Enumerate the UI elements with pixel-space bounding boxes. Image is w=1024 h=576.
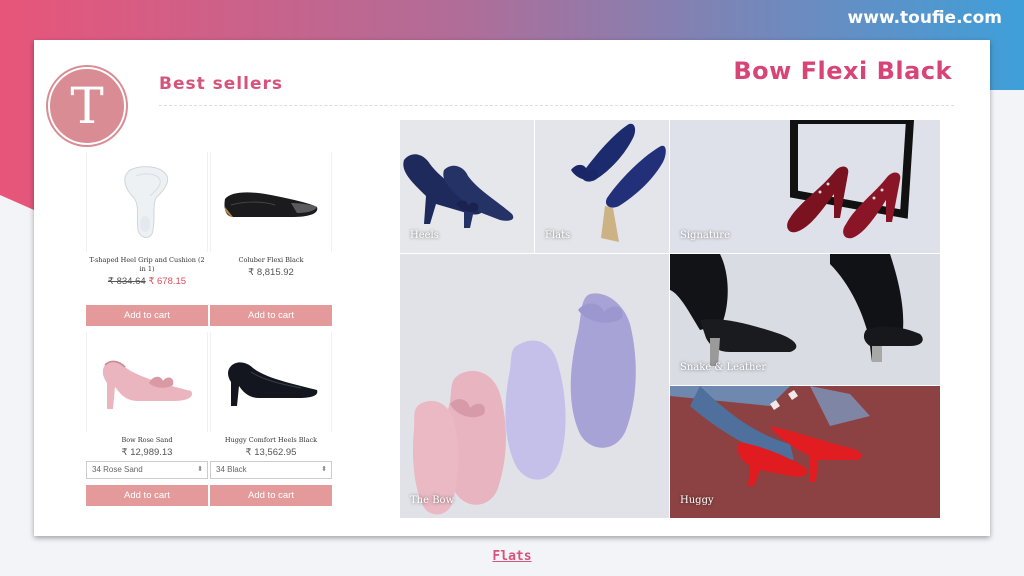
category-label: Signature	[680, 230, 731, 241]
site-url: www.toufie.com	[847, 8, 1002, 28]
variant-select[interactable]: 34 Black ⬍	[210, 461, 332, 479]
category-label: Flats	[545, 230, 571, 241]
the-bow-image	[400, 254, 669, 518]
category-tile-heels[interactable]: Heels	[400, 120, 534, 253]
category-mosaic: Heels Flats Signature The Bow Snake & Le…	[400, 120, 940, 518]
heel-grip-image	[124, 166, 169, 238]
section-title: Best sellers	[159, 74, 283, 94]
category-label: Huggy	[680, 495, 714, 506]
product-price: ₹ 834.64 ₹ 678.15	[86, 276, 208, 287]
category-tile-snake-leather[interactable]: Snake & Leather	[670, 254, 940, 385]
category-tile-the-bow[interactable]: The Bow	[400, 254, 669, 518]
category-label: Snake & Leather	[680, 362, 767, 373]
brand-logo: T	[48, 67, 126, 145]
footer-link: Flats	[0, 547, 1024, 565]
add-to-cart-button[interactable]: Add to cart	[86, 305, 208, 326]
pink-heel-shoe-image	[102, 360, 193, 409]
title-divider	[159, 105, 954, 106]
logo-letter: T	[70, 77, 104, 135]
product-name[interactable]: T-shaped Heel Grip and Cushion (2 in 1)	[86, 256, 208, 274]
product-name[interactable]: Bow Rose Sand	[86, 436, 208, 445]
category-tile-signature[interactable]: Signature	[670, 120, 940, 253]
product-image[interactable]	[86, 332, 208, 432]
select-caret-icon: ⬍	[321, 466, 327, 473]
category-tile-flats[interactable]: Flats	[535, 120, 669, 253]
black-heel-shoe-image	[228, 362, 318, 406]
variant-value: 34 Black	[216, 465, 247, 474]
product-image[interactable]	[210, 332, 332, 432]
slide-card: T Best sellers Bow Flexi Black T-shaped …	[34, 40, 990, 536]
product-image[interactable]	[210, 152, 332, 252]
add-to-cart-button[interactable]: Add to cart	[86, 485, 208, 506]
category-label: Heels	[410, 230, 439, 241]
product-image[interactable]	[86, 152, 208, 252]
price-new: ₹ 678.15	[148, 276, 187, 287]
select-caret-icon: ⬍	[197, 466, 203, 473]
black-flat-shoe-image	[224, 192, 318, 217]
flats-link[interactable]: Flats	[492, 549, 531, 564]
variant-select[interactable]: 34 Rose Sand ⬍	[86, 461, 208, 479]
product-price: ₹ 8,815.92	[248, 267, 294, 278]
product-price: ₹ 12,989.13	[121, 447, 173, 458]
add-to-cart-button[interactable]: Add to cart	[210, 305, 332, 326]
category-label: The Bow	[410, 495, 455, 506]
variant-value: 34 Rose Sand	[92, 465, 143, 474]
product-name[interactable]: Coluber Flexi Black	[210, 256, 332, 265]
category-tile-huggy[interactable]: Huggy	[670, 386, 940, 518]
add-to-cart-button[interactable]: Add to cart	[210, 485, 332, 506]
price-old: ₹ 834.64	[107, 276, 146, 287]
product-name[interactable]: Huggy Comfort Heels Black	[210, 436, 332, 445]
product-title: Bow Flexi Black	[733, 57, 952, 85]
product-price: ₹ 13,562.95	[245, 447, 297, 458]
